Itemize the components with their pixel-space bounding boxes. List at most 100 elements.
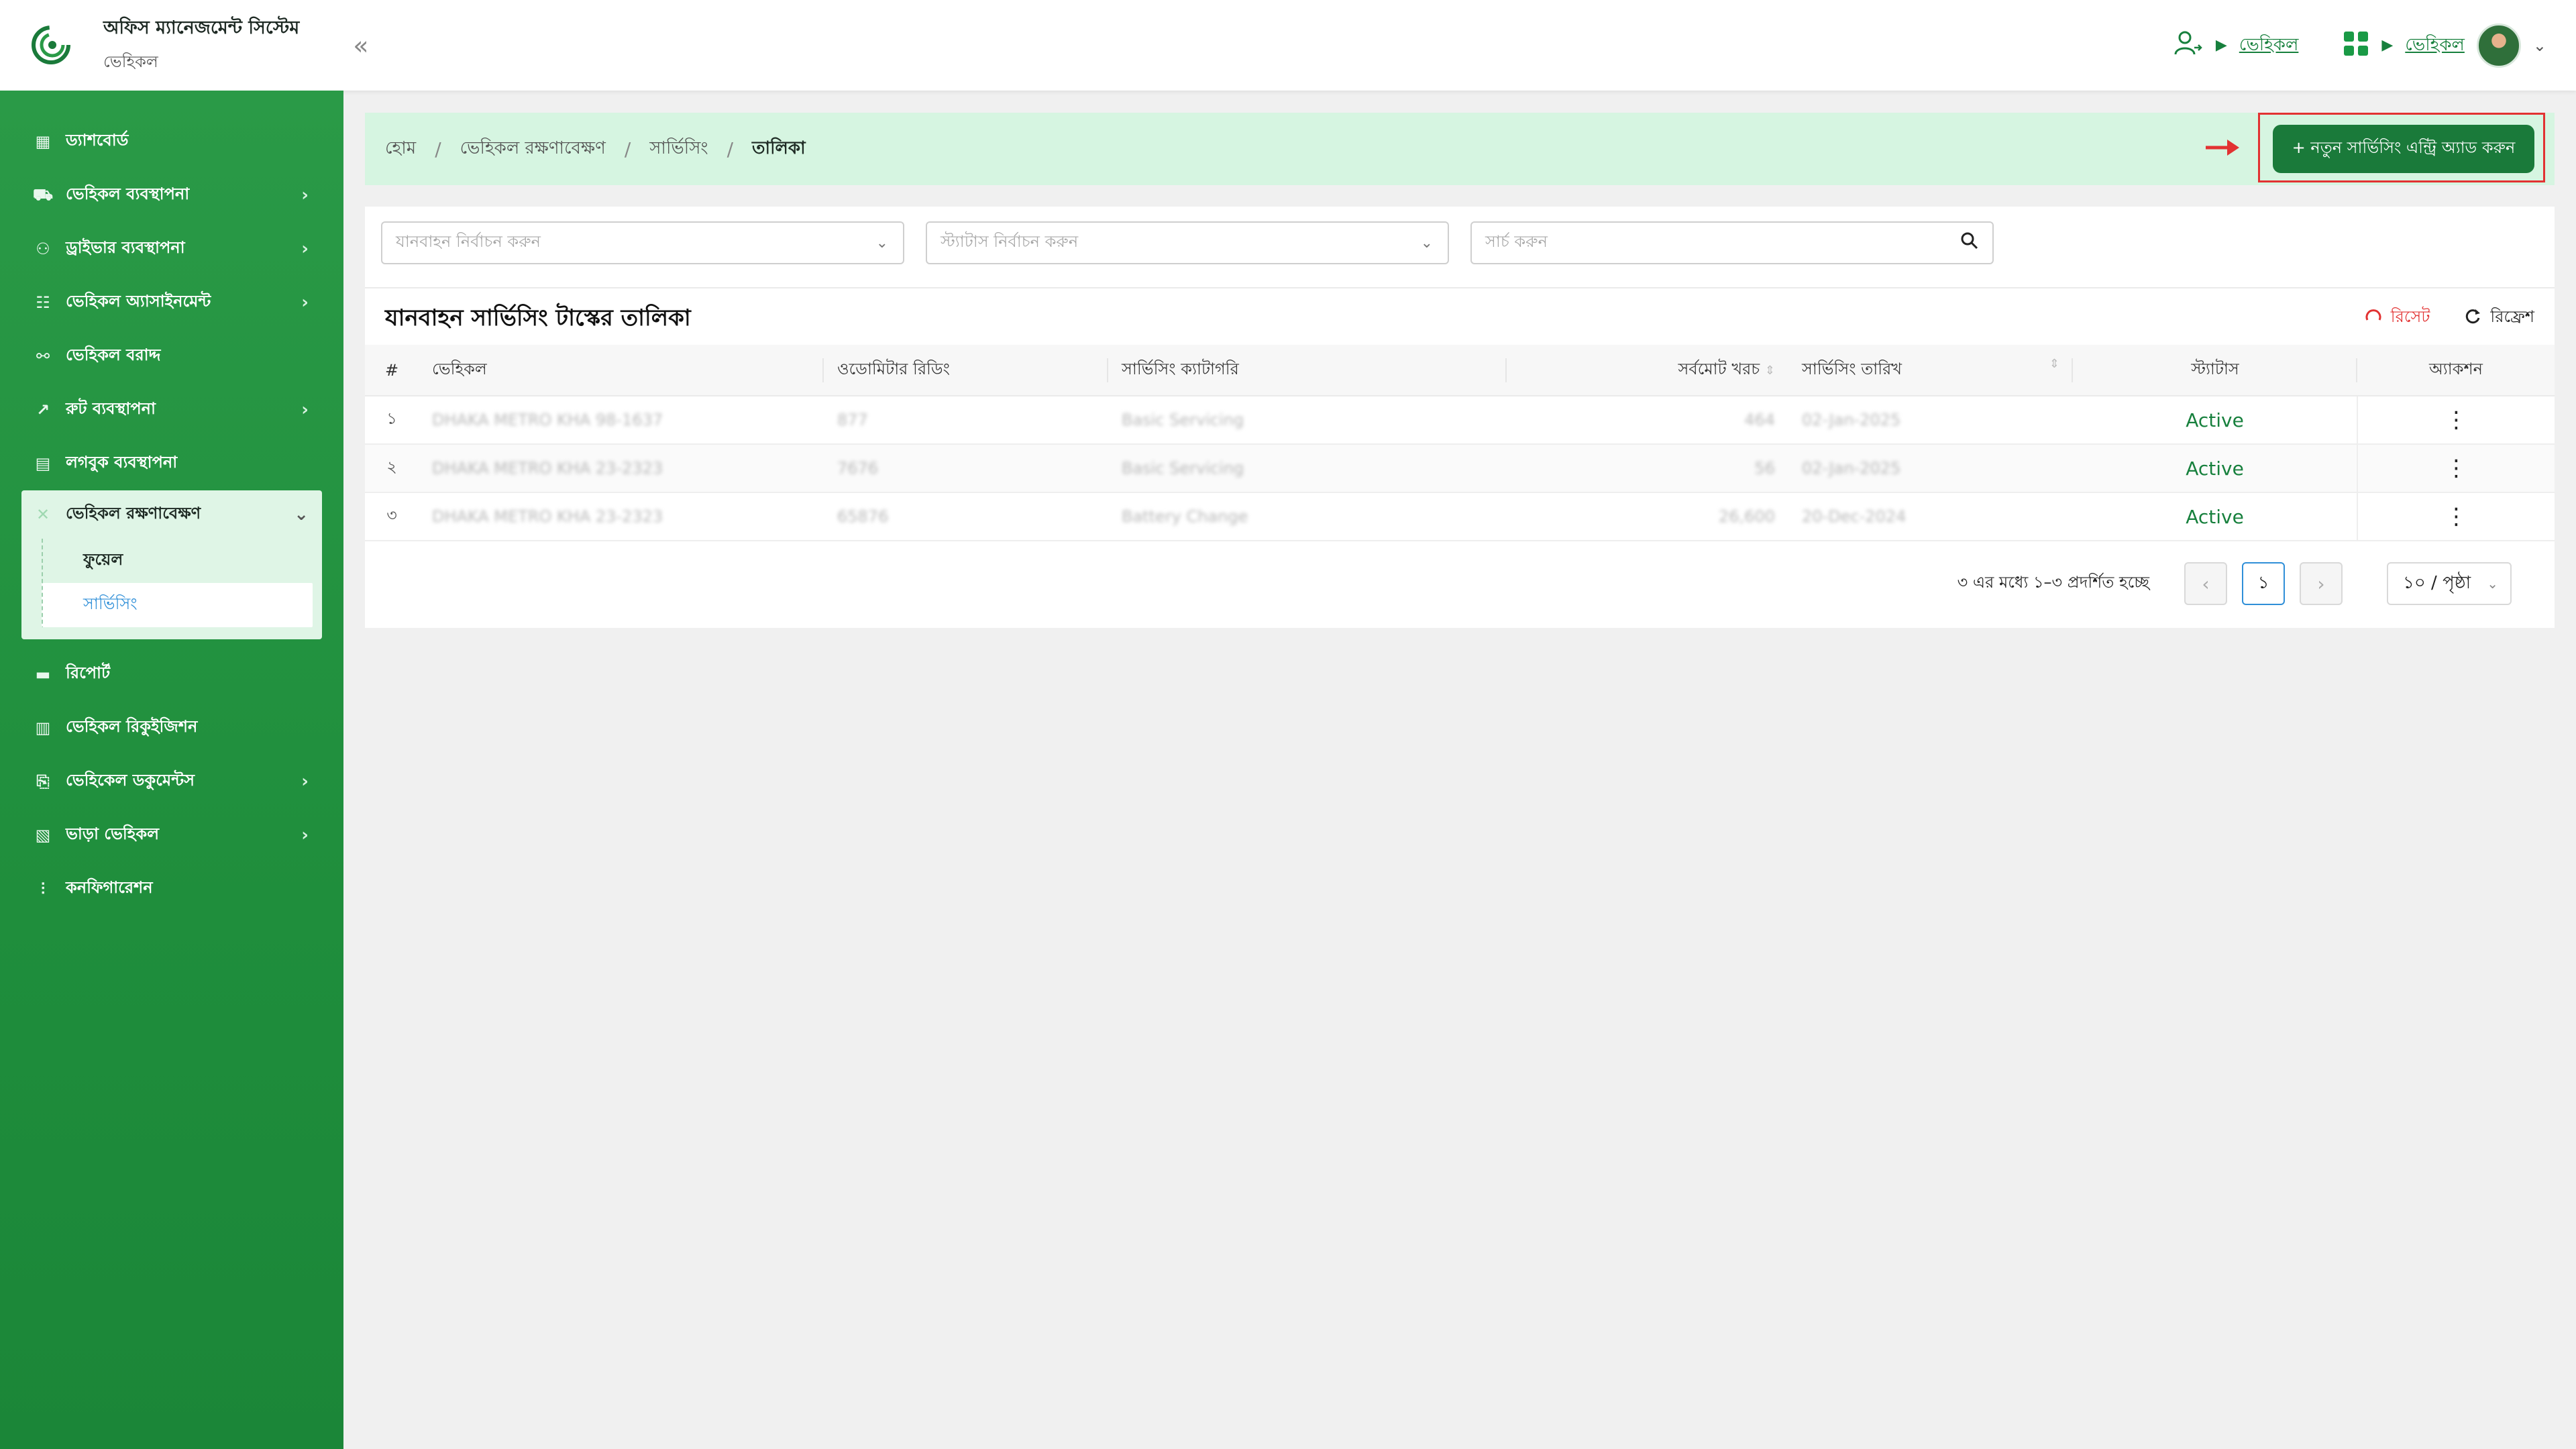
status-select[interactable]: স্ট্যাটাস নির্বাচন করুন ⌄	[926, 221, 1449, 264]
status-badge: Active	[2073, 396, 2357, 445]
sidebar: ▦ ড্যাশবোর্ড ⛟ ভেহিকল ব্যবস্থাপনা › ⚇ ড্রাইভ…	[0, 91, 343, 1449]
row-index: ১	[365, 396, 419, 445]
table-row: ১ DHAKA METRO KHA 98-1637 877 Basic Serv…	[365, 396, 2555, 445]
sidebar-item-route-management[interactable]: ↗ রুট ব্যবস্থাপনা ›	[0, 383, 343, 437]
brand: অফিস ম্যানেজমেন্ট সিস্টেম ভেহিকল	[103, 14, 299, 76]
breadcrumb-separator: /	[727, 138, 734, 160]
col-status: স্ট্যাটাস	[2073, 345, 2357, 396]
sidebar-item-label: ড্যাশবোর্ড	[66, 131, 129, 150]
sort-icon[interactable]: ⇕	[1765, 364, 1775, 378]
col-servicing-date[interactable]: সার্ভিসিং তারিখ ⇕	[1788, 345, 2073, 396]
pagination: ৩ এর মধ্যে ১–৩ প্রদর্শিত হচ্ছে ‹ ১ › ১০ …	[1957, 562, 2512, 605]
clipboard-icon: ☷	[36, 293, 50, 312]
sidebar-item-label: রুট ব্যবস্থাপনা	[66, 399, 156, 418]
page-number-button[interactable]: ১	[2242, 562, 2285, 605]
chevron-right-icon: ›	[301, 239, 309, 259]
row-category: Basic Servicing	[1108, 396, 1507, 445]
row-action-menu-icon[interactable]: ⋮	[2357, 492, 2555, 541]
sidebar-collapse-button[interactable]: «	[353, 31, 368, 60]
caret-right-icon: ▶	[2215, 37, 2227, 54]
main-panel: যানবাহন নির্বাচন করুন ⌄ স্ট্যাটাস নির্বা…	[365, 207, 2555, 628]
row-index: ৩	[365, 492, 419, 541]
sidebar-item-logbook-management[interactable]: ▤ লগবুক ব্যবস্থাপনা	[0, 437, 343, 490]
header-module-link-2[interactable]: ভেহিকল	[2405, 31, 2465, 60]
row-odometer: 877	[824, 396, 1108, 445]
app-title: অফিস ম্যানেজমেন্ট সিস্টেম	[103, 17, 300, 38]
reset-button[interactable]: রিসেট	[2364, 305, 2430, 331]
chevron-right-icon: ›	[301, 292, 309, 313]
row-date: 02-Jan-2025	[1788, 444, 2073, 493]
sidebar-item-vehicle-requisition[interactable]: ▥ ভেহিকল রিকুইজিশন	[0, 701, 343, 755]
chevron-down-icon: ⌄	[294, 504, 309, 525]
sidebar-item-vehicle-management[interactable]: ⛟ ভেহিকল ব্যবস্থাপনা ›	[0, 168, 343, 222]
status-badge: Active	[2073, 492, 2357, 541]
chevron-right-icon: ›	[301, 771, 309, 792]
col-odometer: ওডোমিটার রিডিং	[824, 345, 1108, 396]
row-odometer: 7676	[824, 444, 1108, 493]
next-page-button[interactable]: ›	[2300, 562, 2343, 605]
refresh-button[interactable]: রিফ্রেশ	[2463, 305, 2534, 331]
sidebar-item-vehicle-assignment[interactable]: ☷ ভেহিকল অ্যাসাইনমেন্ট ›	[0, 276, 343, 329]
sidebar-subitem-servicing[interactable]: সার্ভিসিং	[42, 583, 313, 627]
row-category: Battery Change	[1108, 492, 1507, 541]
chevron-right-icon: ›	[301, 185, 309, 205]
divider	[365, 287, 2555, 288]
row-cost: 26,600	[1507, 492, 1788, 541]
user-switch-icon[interactable]	[2171, 28, 2204, 64]
sidebar-item-configuration[interactable]: ⫶ কনফিগারেশন	[0, 862, 343, 916]
table-row: ৩ DHAKA METRO KHA 23-2323 65876 Battery …	[365, 492, 2555, 541]
route-icon: ↗	[36, 400, 50, 419]
col-vehicle: ভেহিকল	[419, 345, 824, 396]
chevron-down-icon[interactable]: ⌄	[2533, 36, 2546, 55]
grid-icon: ▦	[35, 132, 51, 151]
requisition-icon: ▥	[35, 718, 51, 737]
row-index: ২	[365, 444, 419, 493]
sidebar-item-report[interactable]: ▬ রিপোর্ট	[0, 647, 343, 701]
sidebar-item-vehicle-documents[interactable]: ⎘ ভেহিকেল ডকুমেন্টস ›	[0, 755, 343, 808]
search-input[interactable]: সার্চ করুন	[1470, 221, 1994, 264]
add-servicing-entry-button[interactable]: + নতুন সার্ভিসিং এন্ট্রি অ্যাড করুন	[2273, 125, 2534, 173]
row-action-menu-icon[interactable]: ⋮	[2357, 396, 2555, 445]
sidebar-item-dashboard[interactable]: ▦ ড্যাশবোর্ড	[0, 115, 343, 168]
sidebar-item-vehicle-maintenance[interactable]: ✕ ভেহিকল রক্ষণাবেক্ষণ ⌄	[34, 490, 322, 539]
apps-grid-icon[interactable]	[2343, 30, 2369, 61]
row-date: 02-Jan-2025	[1788, 396, 2073, 445]
sidebar-item-vehicle-allocation[interactable]: ⚯ ভেহিকল বরাদ্দ	[0, 329, 343, 383]
breadcrumb-home[interactable]: হোম	[385, 134, 416, 164]
header-module-link-1[interactable]: ভেহিকল	[2239, 31, 2299, 60]
row-date: 20-Dec-2024	[1788, 492, 2073, 541]
refresh-icon	[2463, 307, 2482, 329]
breadcrumb-vehicle-maintenance[interactable]: ভেহিকল রক্ষণাবেক্ষণ	[460, 134, 606, 164]
sidebar-item-label: কনফিগারেশন	[66, 878, 153, 897]
breadcrumb-current: তালিকা	[752, 138, 806, 158]
breadcrumb: হোম / ভেহিকল রক্ষণাবেক্ষণ / সার্ভিসিং / …	[365, 113, 2555, 185]
row-odometer: 65876	[824, 492, 1108, 541]
sidebar-nav: ▦ ড্যাশবোর্ড ⛟ ভেহিকল ব্যবস্থাপনা › ⚇ ড্রাইভ…	[0, 91, 343, 916]
sidebar-subitem-fuel[interactable]: ফুয়েল	[42, 539, 322, 583]
row-action-menu-icon[interactable]: ⋮	[2357, 444, 2555, 493]
vehicle-select[interactable]: যানবাহন নির্বাচন করুন ⌄	[381, 221, 904, 264]
col-total-cost[interactable]: সর্বমোট খরচ ⇕	[1507, 345, 1788, 396]
red-arrow-icon	[2206, 140, 2239, 156]
prev-page-button[interactable]: ‹	[2184, 562, 2227, 605]
sidebar-item-label: ভেহিকল ব্যবস্থাপনা	[66, 184, 190, 203]
user-avatar[interactable]	[2476, 23, 2521, 68]
sidebar-item-label: ভাড়া ভেহিকল	[66, 824, 160, 843]
search-input-placeholder: সার্চ করুন	[1485, 232, 1548, 251]
search-icon[interactable]	[1960, 231, 1979, 254]
caret-right-icon: ▶	[2381, 37, 2394, 54]
chevron-down-icon: ⌄	[2487, 576, 2498, 592]
chevron-down-icon: ⌄	[875, 234, 888, 252]
sort-icon[interactable]: ⇕	[2049, 357, 2059, 371]
page-size-select[interactable]: ১০ / পৃষ্ঠা ⌄	[2387, 562, 2512, 605]
users-icon: ⚇	[36, 239, 50, 258]
table-tools: রিসেট রিফ্রেশ	[2364, 305, 2534, 331]
sidebar-item-driver-management[interactable]: ⚇ ড্রাইভার ব্যবস্থাপনা ›	[0, 222, 343, 276]
sidebar-item-label: ভেহিকল রক্ষণাবেক্ষণ	[66, 504, 201, 523]
breadcrumb-servicing[interactable]: সার্ভিসিং	[649, 134, 708, 164]
sidebar-item-label: ড্রাইভার ব্যবস্থাপনা	[66, 238, 185, 257]
breadcrumb-separator: /	[435, 138, 441, 160]
header-right: ▶ ভেহিকল ▶ ভেহিকল ⌄	[2171, 0, 2546, 91]
sidebar-item-rent-vehicle[interactable]: ▧ ভাড়া ভেহিকল ›	[0, 808, 343, 862]
pagination-summary: ৩ এর মধ্যে ১–৩ প্রদর্শিত হচ্ছে	[1957, 573, 2149, 592]
